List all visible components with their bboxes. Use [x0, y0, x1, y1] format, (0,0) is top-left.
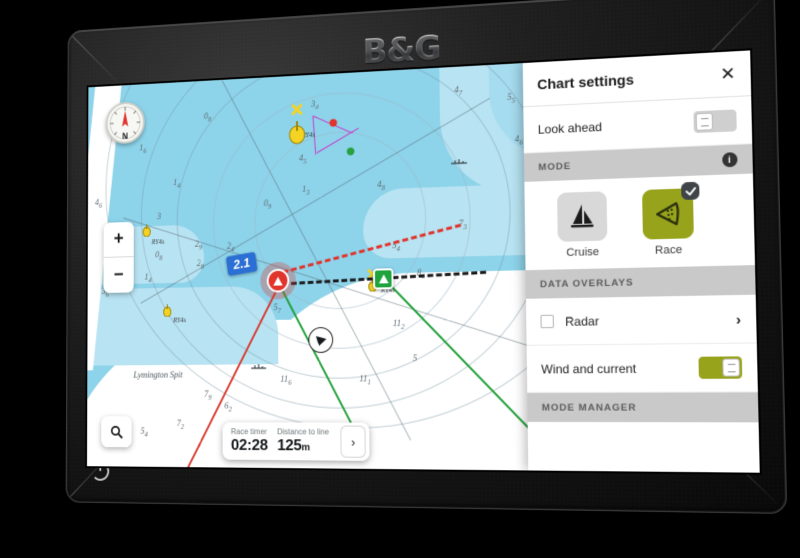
wind-current-toggle[interactable]: [698, 356, 743, 379]
race-flag-icon: [653, 200, 683, 228]
buoy-marker[interactable]: [163, 304, 171, 317]
depth-sounding: 116: [280, 373, 292, 387]
depth-sounding: 62: [224, 400, 232, 414]
depth-sounding: 46: [94, 197, 103, 210]
depth-sounding: 48: [377, 179, 385, 192]
depth-sounding: 79: [204, 389, 212, 402]
mark-triangle-icon: [273, 276, 283, 286]
depth-sounding: 54: [140, 425, 148, 439]
starboard-layline-2: [384, 278, 547, 447]
buoy-label: RY4s: [173, 316, 187, 325]
start-line-starboard-mark[interactable]: [373, 268, 394, 290]
depth-sounding: 08: [155, 249, 163, 262]
own-vessel-icon[interactable]: [308, 326, 334, 354]
distance-to-line-value: 125m: [277, 436, 310, 454]
zoom-controls[interactable]: + −: [103, 221, 134, 294]
depth-sounding: 08: [203, 111, 212, 124]
buoy-marker[interactable]: [143, 224, 151, 237]
race-timer-cell: Race timer 02:28: [231, 425, 268, 457]
toggle-knob: [695, 112, 714, 131]
race-timer-value: 02:28: [230, 436, 268, 454]
depth-sounding: 34: [310, 98, 319, 112]
search-button[interactable]: [101, 416, 132, 448]
info-icon[interactable]: i: [722, 152, 738, 168]
depth-sounding: 29: [194, 238, 203, 252]
race-timer-widget[interactable]: Race timer 02:28 Distance to line 125m ›: [222, 422, 370, 461]
place-label: Lymington Spit: [133, 369, 183, 380]
compass-north-label: N: [122, 131, 128, 141]
mode-option-cruise[interactable]: Cruise: [551, 191, 614, 259]
distance-to-line-label: Distance to line: [277, 427, 330, 437]
close-icon[interactable]: ✕: [720, 64, 736, 84]
sailboat-icon: [570, 204, 594, 228]
depth-sounding: 24: [226, 240, 235, 254]
look-ahead-toggle[interactable]: [693, 109, 737, 134]
depth-sounding: 46: [514, 133, 523, 147]
look-ahead-label: Look ahead: [537, 119, 603, 137]
distance-to-line-cell: Distance to line 125m: [277, 425, 329, 457]
screenshot-root: B&G 16 14 08 08 09 13 34 45 47 48 55 46 …: [0, 0, 800, 558]
toggle-knob: [722, 358, 741, 377]
race-widget-next-button[interactable]: ›: [340, 425, 366, 458]
check-icon: [685, 186, 696, 197]
data-overlays-label: DATA OVERLAYS: [539, 276, 634, 290]
depth-sounding: 111: [359, 373, 371, 387]
mark-triangle-icon: [378, 274, 389, 284]
race-tile[interactable]: [642, 188, 694, 240]
depth-sounding: 13: [301, 184, 310, 197]
depth-sounding: 14: [144, 271, 152, 285]
depth-sounding: 09: [263, 198, 272, 211]
nautical-chart[interactable]: 1614081308091334454748554632928241436575…: [86, 50, 760, 473]
depth-sounding: 45: [299, 152, 307, 166]
buoy-label: RY4s: [151, 238, 165, 247]
mode-option-race[interactable]: Race: [636, 181, 701, 257]
race-timer-label: Race timer: [230, 427, 268, 437]
depth-sounding: 16: [139, 142, 147, 155]
green-balloon-icon: [346, 143, 355, 161]
display-screen[interactable]: 1614081308091334454748554632928241436575…: [86, 50, 760, 473]
chartplotter-device: B&G 16 14 08 08 09 13 34 45 47 48 55 46 …: [65, 0, 788, 515]
race-label: Race: [654, 243, 683, 257]
red-balloon-icon: [329, 114, 338, 132]
depth-sounding: 73: [458, 218, 467, 232]
depth-sounding: 57: [273, 302, 281, 315]
wreck-icon: [250, 359, 267, 377]
device-wrapper: B&G 16 14 08 08 09 13 34 45 47 48 55 46 …: [0, 0, 800, 558]
zoom-out-button[interactable]: −: [103, 257, 133, 293]
depth-sounding: 5: [412, 353, 418, 364]
chart-settings-panel[interactable]: Chart settings ✕ Look ahead MODE i Cruis…: [522, 50, 760, 473]
zoom-in-button[interactable]: +: [103, 221, 134, 258]
radar-label: Radar: [565, 313, 600, 329]
depth-sounding: 3: [156, 211, 162, 222]
buoy-marker-large[interactable]: [289, 119, 306, 145]
race-selected-badge: [681, 181, 700, 201]
depth-sounding: 72: [176, 418, 185, 431]
mode-selector[interactable]: Cruise Race: [524, 174, 755, 271]
compass-rose[interactable]: N: [105, 101, 145, 145]
chevron-right-icon[interactable]: ›: [736, 310, 741, 327]
search-icon: [110, 424, 123, 439]
depth-sounding: 14: [173, 177, 181, 190]
cardinal-mark-icon: [291, 102, 302, 120]
depth-sounding: 28: [196, 258, 205, 271]
radar-row[interactable]: Radar ›: [525, 294, 757, 346]
